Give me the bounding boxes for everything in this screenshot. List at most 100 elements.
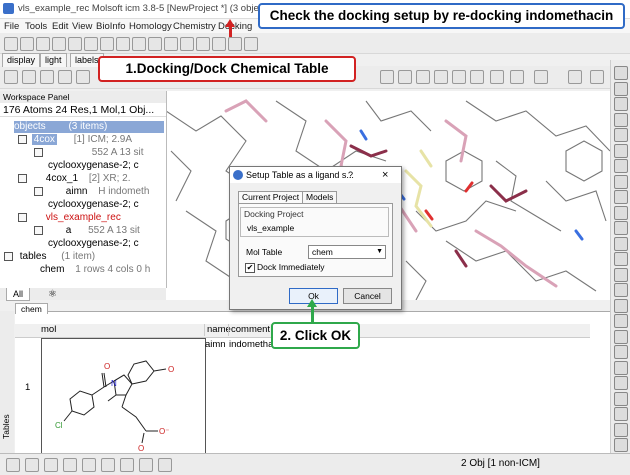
- checkbox-icon[interactable]: [18, 134, 27, 144]
- toolbar-button[interactable]: [36, 37, 50, 51]
- tree-row-4cox-desc[interactable]: cyclooxygenase-2; c: [48, 160, 139, 172]
- checkbox-icon[interactable]: [18, 173, 27, 183]
- toolbar-button[interactable]: [380, 70, 394, 84]
- toolbar-button[interactable]: [614, 345, 628, 359]
- tree-row-tables[interactable]: tables (1 item): [4, 251, 95, 263]
- status-toolbar-button[interactable]: [139, 458, 153, 472]
- tab-current-project[interactable]: Current Project: [238, 191, 304, 203]
- tree-row-4cox-1[interactable]: 4cox_1 [2] XR; 2.: [18, 173, 131, 185]
- checkbox-icon[interactable]: [34, 147, 43, 157]
- toolbar-button[interactable]: [614, 360, 628, 375]
- cell-comment[interactable]: indomethac: [229, 339, 275, 351]
- column-name[interactable]: name: [204, 324, 231, 336]
- toolbar-button[interactable]: [434, 70, 448, 84]
- tree-row-4cox[interactable]: 4cox [1] ICM; 2.9A: [18, 134, 132, 146]
- status-toolbar-button[interactable]: [44, 458, 58, 472]
- menu-edit[interactable]: Edit: [52, 21, 68, 32]
- toolbar-button[interactable]: [614, 283, 628, 297]
- column-comment[interactable]: comment: [228, 324, 270, 336]
- toolbar-button[interactable]: [100, 37, 114, 51]
- status-toolbar-button[interactable]: [82, 458, 96, 472]
- toolbar-button[interactable]: [614, 407, 628, 421]
- dock-immediately-checkbox[interactable]: ✔: [245, 263, 255, 273]
- toolbar-button[interactable]: [590, 70, 604, 84]
- cell-name[interactable]: aimn: [205, 339, 226, 351]
- toolbar-button[interactable]: [614, 66, 628, 80]
- tree-row-4cox-chain[interactable]: 552 A 13 sit: [34, 147, 144, 159]
- tab-light[interactable]: light: [40, 53, 67, 67]
- toolbar-button[interactable]: [228, 37, 242, 51]
- toolbar-button[interactable]: [180, 37, 194, 51]
- status-toolbar-button[interactable]: [63, 458, 77, 472]
- toolbar-button[interactable]: [614, 252, 628, 266]
- checkbox-icon[interactable]: [34, 225, 43, 235]
- toolbar-button[interactable]: [614, 314, 628, 328]
- toolbar-button[interactable]: [614, 81, 628, 96]
- status-toolbar-button[interactable]: [101, 458, 115, 472]
- toolbar-button[interactable]: [22, 70, 36, 84]
- tree-row-chem[interactable]: chem 1 rows 4 cols 0 h: [40, 264, 150, 276]
- status-toolbar-button[interactable]: [158, 458, 172, 472]
- help-button[interactable]: ?: [348, 167, 353, 183]
- toolbar-button[interactable]: [614, 143, 628, 158]
- toolbar-button[interactable]: [212, 37, 226, 51]
- toolbar-button[interactable]: [148, 37, 162, 51]
- status-toolbar-button[interactable]: [120, 458, 134, 472]
- menu-view[interactable]: View: [72, 21, 92, 32]
- tab-all[interactable]: All: [6, 288, 31, 301]
- toolbar-button[interactable]: [490, 70, 504, 84]
- toolbar-button[interactable]: [568, 70, 582, 84]
- checkbox-icon[interactable]: [34, 186, 43, 196]
- toolbar-button[interactable]: [116, 37, 130, 51]
- toolbar-button[interactable]: [614, 159, 628, 173]
- toolbar-button[interactable]: [614, 391, 628, 406]
- tree-row-a[interactable]: a 552 A 13 sit: [34, 225, 140, 237]
- toolbar-button[interactable]: [614, 221, 628, 235]
- tree-row-4cox-1-desc[interactable]: cyclooxygenase-2; c: [48, 199, 139, 211]
- tree-row-objects[interactable]: objects (3 items): [14, 121, 164, 133]
- toolbar-button[interactable]: [614, 438, 628, 452]
- menu-tools[interactable]: Tools: [25, 21, 47, 32]
- toolbar-button[interactable]: [84, 37, 98, 51]
- mol-table-select[interactable]: chem ▼: [308, 245, 386, 259]
- toolbar-button[interactable]: [76, 70, 90, 84]
- status-toolbar-button[interactable]: [6, 458, 20, 472]
- toolbar-button[interactable]: [534, 70, 548, 84]
- toolbar-button[interactable]: [68, 37, 82, 51]
- toolbar-button[interactable]: [4, 70, 18, 84]
- toolbar-button[interactable]: [40, 70, 54, 84]
- toolbar-button[interactable]: [614, 205, 628, 220]
- menu-docking[interactable]: Docking: [218, 21, 252, 32]
- toolbar-button[interactable]: [20, 37, 34, 51]
- toolbar-button[interactable]: [132, 37, 146, 51]
- toolbar-button[interactable]: [614, 298, 628, 313]
- toolbar-button[interactable]: [614, 267, 628, 282]
- toolbar-button[interactable]: [614, 112, 628, 127]
- toolbar-button[interactable]: [614, 128, 628, 142]
- tree-row-vls-example-rec[interactable]: vls_example_rec: [18, 212, 121, 224]
- menu-homology[interactable]: Homology: [129, 21, 172, 32]
- tab-models[interactable]: Models: [302, 191, 338, 203]
- toolbar-button[interactable]: [52, 37, 66, 51]
- toolbar-button[interactable]: [58, 70, 72, 84]
- toolbar-button[interactable]: [452, 70, 466, 84]
- status-toolbar-button[interactable]: [25, 458, 39, 472]
- close-button[interactable]: ×: [382, 167, 388, 183]
- cancel-button[interactable]: Cancel: [343, 288, 392, 304]
- checkbox-icon[interactable]: [18, 212, 27, 222]
- column-mol[interactable]: mol: [41, 324, 56, 336]
- menu-file[interactable]: File: [4, 21, 19, 32]
- toolbar-button[interactable]: [614, 329, 628, 344]
- toolbar-button[interactable]: [614, 190, 628, 204]
- tab-display[interactable]: display: [2, 53, 41, 67]
- toolbar-button[interactable]: [4, 37, 18, 51]
- toolbar-button[interactable]: [416, 70, 430, 84]
- toolbar-button[interactable]: [614, 97, 628, 111]
- toolbar-button[interactable]: [614, 236, 628, 251]
- toolbar-button[interactable]: [614, 422, 628, 437]
- toolbar-button[interactable]: [244, 37, 258, 51]
- toolbar-button[interactable]: [614, 174, 628, 189]
- toolbar-button[interactable]: [196, 37, 210, 51]
- toolbar-button[interactable]: [470, 70, 484, 84]
- menu-chemistry[interactable]: Chemistry: [173, 21, 216, 32]
